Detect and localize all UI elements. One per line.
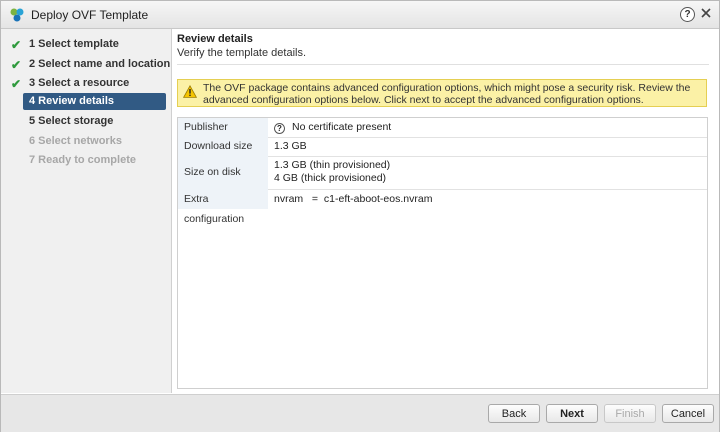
table-row: Publisher ? No certificate present — [178, 118, 707, 138]
wizard-steps-sidebar: ✔ 1 Select template ✔ 2 Select name and … — [1, 29, 172, 393]
cancel-button[interactable]: Cancel — [662, 404, 714, 423]
back-button[interactable]: Back — [488, 404, 540, 423]
finish-button: Finish — [604, 404, 656, 423]
checkmark-icon: ✔ — [11, 38, 22, 52]
row-key: Extra configuration — [178, 189, 268, 225]
step-review-details[interactable]: 4 Review details — [23, 93, 166, 110]
close-icon[interactable] — [699, 6, 713, 20]
step-select-name-location[interactable]: ✔ 2 Select name and location — [9, 56, 171, 73]
step-label: 1 Select template — [29, 38, 119, 50]
warning-icon — [183, 85, 197, 98]
step-label: 6 Select networks — [29, 135, 122, 147]
step-select-resource[interactable]: ✔ 3 Select a resource — [9, 75, 167, 92]
size-thin-value: 1.3 GB (thin provisioned) — [274, 159, 391, 171]
extra-config-value: nvram = c1-eft-aboot-eos.nvram — [274, 193, 433, 205]
row-key: Download size — [178, 137, 268, 156]
warning-text: The OVF package contains advanced config… — [203, 82, 691, 106]
main-content: Review details Verify the template detai… — [172, 29, 719, 393]
step-select-storage[interactable]: 5 Select storage — [9, 113, 167, 130]
window-title: Deploy OVF Template — [31, 8, 149, 22]
page-title: Review details — [177, 33, 253, 45]
row-key: Size on disk — [178, 156, 268, 189]
table-row: Download size 1.3 GB — [178, 137, 707, 157]
size-thick-value: 4 GB (thick provisioned) — [274, 172, 387, 184]
security-warning-banner: The OVF package contains advanced config… — [177, 79, 707, 107]
dialog-footer: Back Next Finish Cancel — [1, 394, 719, 432]
row-value: ? No certificate present — [274, 121, 391, 134]
step-label: 4 Review details — [29, 95, 114, 107]
help-icon[interactable]: ? — [680, 7, 695, 22]
checkmark-icon: ✔ — [11, 58, 22, 72]
divider — [177, 64, 709, 65]
deploy-ovf-dialog: Deploy OVF Template ? ✔ 1 Select templat… — [0, 0, 720, 432]
step-select-template[interactable]: ✔ 1 Select template — [9, 36, 167, 53]
step-label: 7 Ready to complete — [29, 154, 136, 166]
vsphere-app-icon — [10, 8, 24, 22]
checkmark-icon: ✔ — [11, 77, 22, 91]
next-button[interactable]: Next — [546, 404, 598, 423]
title-bar: Deploy OVF Template ? — [1, 1, 719, 29]
step-label: 3 Select a resource — [29, 77, 130, 89]
step-select-networks: 6 Select networks — [9, 133, 167, 150]
table-row: Size on disk 1.3 GB (thin provisioned) 4… — [178, 156, 707, 190]
table-row: Extra configuration nvram = c1-eft-aboot… — [178, 189, 707, 225]
publisher-value: No certificate present — [292, 121, 392, 133]
row-key: Publisher — [178, 118, 268, 137]
step-label: 5 Select storage — [29, 115, 114, 127]
row-value: 1.3 GB (thin provisioned) 4 GB (thick pr… — [274, 159, 390, 185]
step-ready-to-complete: 7 Ready to complete — [9, 152, 167, 169]
details-table: Publisher ? No certificate present Downlo… — [177, 117, 708, 389]
page-subtitle: Verify the template details. — [177, 47, 307, 59]
question-icon: ? — [274, 123, 285, 134]
download-size-value: 1.3 GB — [274, 140, 307, 152]
step-label: 2 Select name and location — [29, 58, 171, 70]
